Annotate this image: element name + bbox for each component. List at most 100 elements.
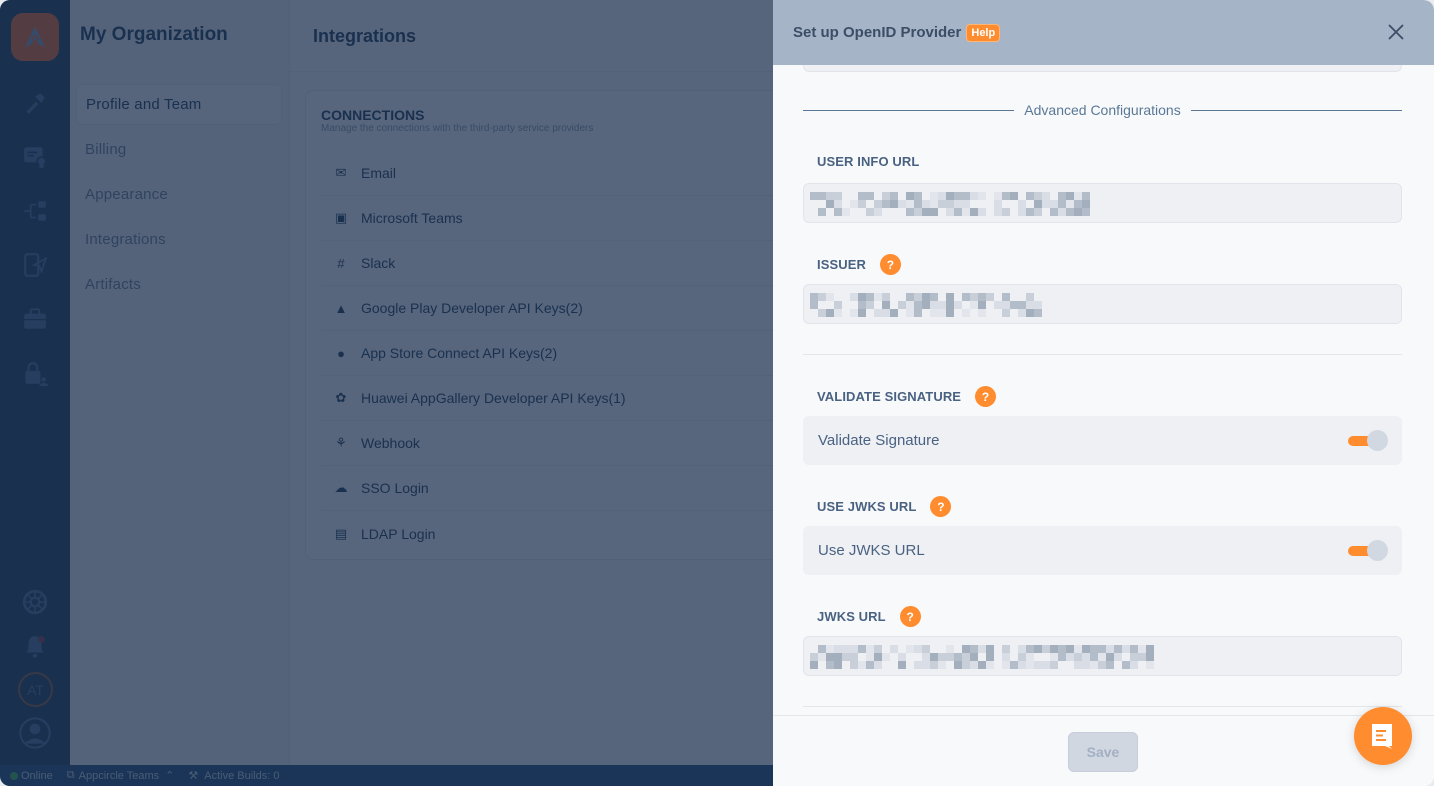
redaction-pixel (906, 301, 914, 309)
redaction-pixel (930, 653, 938, 661)
redaction-pixel (882, 293, 890, 301)
issuer-input[interactable] (803, 284, 1402, 324)
redaction-pixel (930, 293, 938, 301)
redaction-pixel (874, 645, 882, 653)
redaction-pixel (818, 653, 826, 661)
redaction-pixel (866, 661, 874, 669)
advanced-configurations-divider: Advanced Configurations (803, 100, 1402, 120)
redaction-pixel (914, 645, 922, 653)
redaction-pixel (1050, 200, 1058, 208)
redaction-pixel (818, 208, 826, 216)
redaction-pixel (906, 192, 914, 200)
redaction-pixel (1146, 653, 1154, 661)
redaction-pixel (834, 208, 842, 216)
save-button[interactable]: Save (1068, 732, 1138, 772)
redaction-pixel (986, 653, 994, 661)
redaction-pixel (978, 293, 986, 301)
redaction-pixel (1010, 301, 1018, 309)
redaction-pixel (882, 309, 890, 317)
redaction-pixel (914, 208, 922, 216)
modal-backdrop[interactable] (0, 0, 773, 786)
help-question-icon[interactable]: ? (930, 496, 952, 517)
help-question-icon[interactable]: ? (975, 386, 997, 407)
redaction-pixel (962, 653, 970, 661)
help-question-icon[interactable]: ? (880, 254, 902, 275)
redaction-pixel (1018, 301, 1026, 309)
redaction-pixel (1026, 192, 1034, 200)
redaction-pixel (946, 208, 954, 216)
redaction-pixel (826, 645, 834, 653)
section-separator (803, 706, 1402, 707)
redaction-pixel (970, 192, 978, 200)
redaction-pixel (1098, 653, 1106, 661)
app-window: AT My Organization Profile and Team Bill… (0, 0, 1434, 786)
redaction-pixel (850, 653, 858, 661)
redaction-pixel (962, 645, 970, 653)
redaction-pixel (1058, 645, 1066, 653)
redaction-pixel (826, 293, 834, 301)
redaction-pixel (1074, 192, 1082, 200)
redaction-pixel (1098, 645, 1106, 653)
redaction-pixel (898, 200, 906, 208)
redaction-pixel (986, 293, 994, 301)
drawer-header: Set up OpenID Provider Help (773, 0, 1434, 65)
redaction-pixel (890, 645, 898, 653)
redaction-pixel (1026, 645, 1034, 653)
redaction-pixel (946, 653, 954, 661)
redaction-pixel (914, 200, 922, 208)
redaction-pixel (962, 192, 970, 200)
redaction-pixel (1106, 653, 1114, 661)
redaction-pixel (954, 200, 962, 208)
redaction-pixel (810, 192, 818, 200)
redaction-pixel (842, 208, 850, 216)
redaction-pixel (858, 200, 866, 208)
redaction-pixel (866, 645, 874, 653)
redaction-pixel (1122, 645, 1130, 653)
redaction-pixel (1090, 661, 1098, 669)
validate-signature-toggle[interactable] (1348, 430, 1388, 452)
redaction-pixel (994, 208, 1002, 216)
redaction-pixel (946, 645, 954, 653)
redaction-pixel (1082, 208, 1090, 216)
previous-field-stub[interactable] (803, 65, 1402, 72)
redaction-pixel (874, 200, 882, 208)
redaction-pixel (858, 661, 866, 669)
redaction-pixel (970, 293, 978, 301)
redaction-pixel (882, 192, 890, 200)
redaction-pixel (1026, 309, 1034, 317)
redaction-pixel (850, 293, 858, 301)
redaction-pixel (986, 645, 994, 653)
redaction-pixel (938, 200, 946, 208)
close-button[interactable] (1386, 22, 1406, 42)
redaction-pixel (1074, 208, 1082, 216)
redaction-pixel (858, 301, 866, 309)
redaction-pixel (866, 192, 874, 200)
redaction-pixel (1106, 645, 1114, 653)
chat-message-icon (1372, 724, 1392, 749)
redaction-pixel (1050, 208, 1058, 216)
redaction-pixel (962, 200, 970, 208)
redaction-pixel (954, 653, 962, 661)
redaction-pixel (1034, 200, 1042, 208)
chat-support-button[interactable] (1354, 707, 1412, 765)
redaction-pixel (930, 208, 938, 216)
redaction-pixel (834, 645, 842, 653)
redaction-pixel (1082, 192, 1090, 200)
redaction-pixel (930, 192, 938, 200)
help-badge[interactable]: Help (966, 23, 1001, 42)
redaction-pixel (1090, 653, 1098, 661)
user-info-url-input[interactable] (803, 183, 1402, 223)
redaction-pixel (874, 653, 882, 661)
jwks-url-input[interactable] (803, 636, 1402, 676)
help-question-icon[interactable]: ? (899, 606, 921, 627)
redaction-pixel (882, 653, 890, 661)
redaction-pixel (1002, 309, 1010, 317)
redaction-pixel (1082, 645, 1090, 653)
use-jwks-url-toggle[interactable] (1348, 540, 1388, 562)
section-label: Advanced Configurations (1024, 102, 1181, 118)
redaction-pixel (826, 661, 834, 669)
use-jwks-url-row: Use JWKS URL (803, 526, 1402, 575)
redaction-pixel (922, 301, 930, 309)
label-text: VALIDATE SIGNATURE (817, 389, 962, 404)
redaction-pixel (826, 309, 834, 317)
